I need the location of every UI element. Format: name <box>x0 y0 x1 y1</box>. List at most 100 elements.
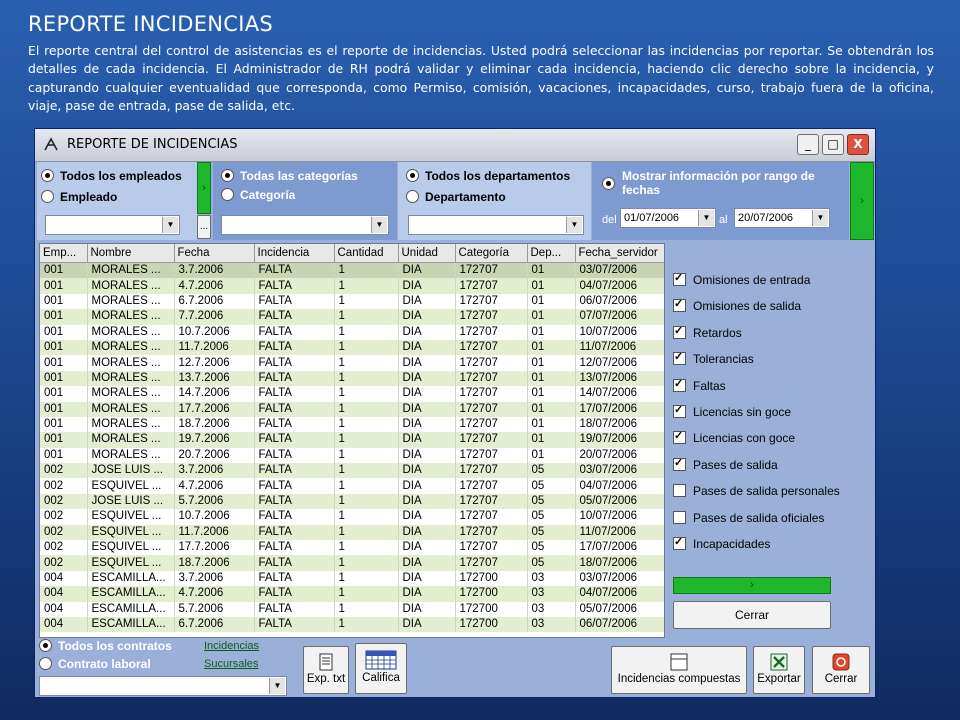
generate-report-arrow[interactable]: › <box>673 577 831 594</box>
all-categories-radio[interactable]: Todas las categorías <box>221 169 358 183</box>
incident-type-checkbox[interactable]: Faltas <box>673 377 726 393</box>
column-header[interactable]: Fecha <box>174 244 255 263</box>
checkbox-indicator[interactable] <box>673 535 686 550</box>
column-header[interactable]: Nombre <box>87 244 175 263</box>
column-header[interactable]: Cantidad <box>334 244 399 263</box>
incidencias-link[interactable]: Incidencias <box>204 640 259 652</box>
table-row[interactable]: 002 ESQUIVEL ... 18.7.2006 FALTA 1 DIA 172707 0… <box>40 555 664 571</box>
close-button[interactable]: Cerrar <box>812 646 870 694</box>
table-row[interactable]: 004 ESCAMILLA... 6.7.2006 FALTA 1 DIA 172700 03… <box>40 616 664 633</box>
column-header[interactable]: Categoría <box>455 244 528 263</box>
date-apply-arrow[interactable]: › <box>850 162 874 240</box>
checkbox-indicator[interactable] <box>673 297 686 313</box>
checkbox-indicator[interactable] <box>673 403 686 418</box>
table-row[interactable]: 001 MORALES ... 6.7.2006 FALTA 1 DIA 172707 01 0… <box>40 293 664 310</box>
sucursales-link[interactable]: Sucursales <box>204 658 258 670</box>
close-window-button[interactable]: X <box>847 134 869 155</box>
chevron-down-icon[interactable]: ▼ <box>162 217 178 233</box>
category-combo[interactable]: ▼ <box>221 215 389 235</box>
table-row[interactable]: 002 JOSE LUIS ... 3.7.2006 FALTA 1 DIA 172707 0… <box>40 463 664 479</box>
table-row[interactable]: 001 MORALES ... 11.7.2006 FALTA 1 DIA 172707 01… <box>40 339 664 356</box>
table-row[interactable]: 001 MORALES ... 19.7.2006 FALTA 1 DIA 172707 01… <box>40 432 664 448</box>
chevron-down-icon[interactable]: ▼ <box>566 217 582 233</box>
incident-type-checkbox[interactable]: Incapacidades <box>673 535 770 551</box>
table-row[interactable]: 001 MORALES ... 10.7.2006 FALTA 1 DIA 172707 01… <box>40 324 664 340</box>
table-row[interactable]: 001 MORALES ... 3.7.2006 FALTA 1 DIA 172707 01 0… <box>40 262 664 279</box>
incident-type-checkbox[interactable]: Omisiones de entrada <box>673 271 810 287</box>
incident-type-checkbox[interactable]: Pases de salida <box>673 456 778 472</box>
minimize-button[interactable]: _ <box>797 134 819 155</box>
incident-type-checkbox[interactable]: Licencias con goce <box>673 429 795 445</box>
all-contracts-radio[interactable]: Todos los contratos <box>39 639 172 653</box>
table-row[interactable]: 002 ESQUIVEL ... 4.7.2006 FALTA 1 DIA 172707 05… <box>40 478 664 494</box>
chevron-down-icon[interactable]: ▼ <box>812 210 828 226</box>
column-header[interactable]: Incidencia <box>254 244 335 263</box>
table-row[interactable]: 004 ESCAMILLA... 3.7.2006 FALTA 1 DIA 172700 03… <box>40 570 664 587</box>
table-row[interactable]: 001 MORALES ... 13.7.2006 FALTA 1 DIA 172707 01… <box>40 370 664 387</box>
all-departments-radio[interactable]: Todos los departamentos <box>406 169 570 183</box>
export-button[interactable]: Exportar <box>753 646 805 694</box>
chevron-down-icon[interactable]: ▼ <box>371 217 387 233</box>
checkbox-indicator[interactable] <box>673 484 686 498</box>
department-radio[interactable]: Departamento <box>406 190 506 204</box>
checkbox-indicator[interactable] <box>673 377 686 392</box>
column-header[interactable]: Dep... <box>527 244 576 263</box>
column-header[interactable]: Fecha_servidor <box>575 244 664 263</box>
column-header[interactable]: Emp... <box>40 244 88 263</box>
compound-incidents-button[interactable]: Incidencias compuestas <box>611 646 747 694</box>
calendar-grid-icon <box>365 650 397 670</box>
contract-combo[interactable]: ▼ <box>39 676 287 696</box>
califica-button[interactable]: Califica <box>355 643 407 694</box>
table-row[interactable]: 001 MORALES ... 7.7.2006 FALTA 1 DIA 172707 01 0… <box>40 309 664 325</box>
employee-browse-button[interactable]: ... <box>197 215 211 239</box>
table-row[interactable]: 002 JOSE LUIS ... 5.7.2006 FALTA 1 DIA 172707 0… <box>40 493 664 510</box>
table-row[interactable]: 002 ESQUIVEL ... 10.7.2006 FALTA 1 DIA 172707 0… <box>40 509 664 525</box>
chevron-down-icon[interactable]: ▼ <box>269 678 285 694</box>
category-radio[interactable]: Categoría <box>221 188 295 202</box>
date-range-radio[interactable]: Mostrar información por rango de fechas <box>602 169 842 197</box>
checkbox-indicator[interactable] <box>673 271 686 286</box>
table-row[interactable]: 004 ESCAMILLA... 5.7.2006 FALTA 1 DIA 172700 03… <box>40 601 664 617</box>
incident-type-checkbox[interactable]: Omisiones de salida <box>673 297 801 313</box>
table-row[interactable]: 002 ESQUIVEL ... 11.7.2006 FALTA 1 DIA 172707 0… <box>40 524 664 541</box>
table-cell: MORALES ... <box>87 416 175 433</box>
checkbox-indicator[interactable] <box>673 510 686 524</box>
employee-radio[interactable]: Empleado <box>41 190 117 204</box>
table-cell: 05 <box>527 524 576 541</box>
table-row[interactable]: 001 MORALES ... 12.7.2006 FALTA 1 DIA 172707 01… <box>40 355 664 371</box>
checkbox-indicator[interactable] <box>673 429 686 445</box>
incident-type-checkbox[interactable]: Pases de salida oficiales <box>673 510 824 525</box>
incidents-grid[interactable]: Emp... Nombre Fecha Incidencia Cantidad Unida… <box>39 243 665 638</box>
column-header[interactable]: Unidad <box>398 244 456 263</box>
labor-contract-radio[interactable]: Contrato laboral <box>39 657 151 671</box>
incident-type-checkbox[interactable]: Licencias sin goce <box>673 403 791 419</box>
maximize-button[interactable]: □ <box>822 134 844 155</box>
all-employees-radio[interactable]: Todos los empleados <box>41 169 182 183</box>
table-row[interactable]: 001 MORALES ... 4.7.2006 FALTA 1 DIA 172707 01 0… <box>40 278 664 294</box>
table-cell: MORALES ... <box>87 370 175 387</box>
table-row[interactable]: 001 MORALES ... 18.7.2006 FALTA 1 DIA 172707 01… <box>40 416 664 433</box>
checkbox-indicator[interactable] <box>673 350 686 366</box>
checkbox-indicator[interactable] <box>673 456 686 471</box>
incident-type-checkbox[interactable]: Retardos <box>673 324 742 340</box>
employee-combo[interactable]: ▼ <box>45 215 180 235</box>
department-combo[interactable]: ▼ <box>408 215 584 235</box>
table-row[interactable]: 001 MORALES ... 17.7.2006 FALTA 1 DIA 172707 01… <box>40 401 664 417</box>
table-cell: 03 <box>527 601 576 617</box>
from-date-picker[interactable]: 01/07/2006 ▼ <box>620 208 716 228</box>
window-titlebar[interactable]: REPORTE DE INCIDENCIAS _ □ X <box>35 129 875 162</box>
table-row[interactable]: 001 MORALES ... 20.7.2006 FALTA 1 DIA 172707 01… <box>40 447 664 464</box>
side-close-button[interactable]: Cerrar <box>673 601 831 629</box>
table-cell: ESCAMILLA... <box>87 616 175 633</box>
export-txt-button[interactable]: Exp. txt <box>303 646 349 694</box>
table-row[interactable]: 004 ESCAMILLA... 4.7.2006 FALTA 1 DIA 172700 03… <box>40 586 664 602</box>
incident-type-checkbox[interactable]: Pases de salida personales <box>673 484 840 498</box>
checkbox-indicator[interactable] <box>673 324 686 339</box>
table-row[interactable]: 001 MORALES ... 14.7.2006 FALTA 1 DIA 172707 01… <box>40 386 664 402</box>
employee-apply-arrow[interactable]: › <box>197 162 211 214</box>
table-row[interactable]: 002 ESQUIVEL ... 17.7.2006 FALTA 1 DIA 172707 0… <box>40 540 664 556</box>
chevron-down-icon[interactable]: ▼ <box>698 210 714 226</box>
incident-type-checkbox[interactable]: Tolerancias <box>673 350 754 366</box>
to-date-value: 20/07/2006 <box>738 212 794 224</box>
to-date-picker[interactable]: 20/07/2006 ▼ <box>734 208 830 228</box>
